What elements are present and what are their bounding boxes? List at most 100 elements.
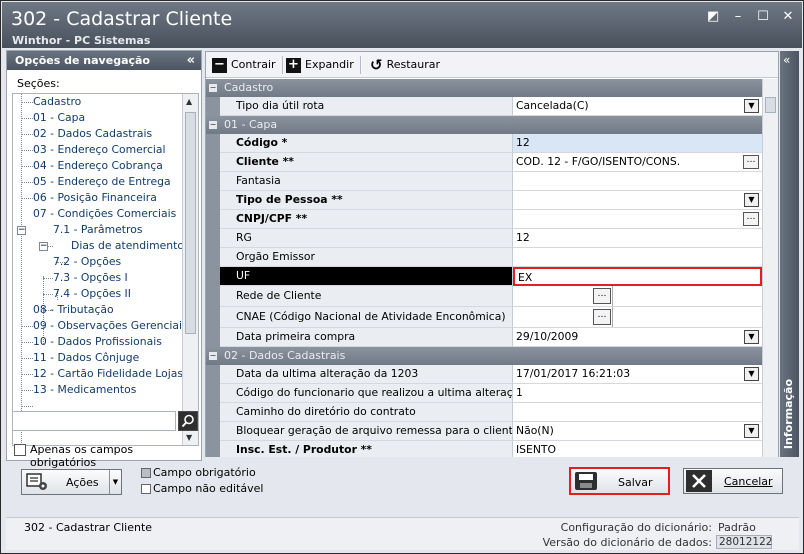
grid-row[interactable]: Data da ultima alteração da 1203 17/01/2… [206,365,762,384]
tree-item-capa[interactable]: 01 - Capa [33,110,85,126]
row-label: Fantasia [220,172,513,191]
tree-item-medicamentos[interactable]: 13 - Medicamentos [33,382,136,398]
scroll-down-icon[interactable]: ▼ [186,433,192,442]
tree-item-observacoes-gerenciais[interactable]: 09 - Observações Gerenciais [33,318,183,334]
tree-item-opcoes-i[interactable]: 7.3 - Opções I [53,270,128,286]
collapse-category-icon[interactable]: − [209,121,217,129]
tree-item-endereco-comercial[interactable]: 03 - Endereço Comercial [33,142,166,158]
row-value-text: COD. 12 - F/GO/ISENTO/CONS. [516,155,681,168]
actions-dropdown-icon[interactable]: ▼ [109,470,121,494]
dropdown-arrow-icon[interactable]: ▼ [744,367,759,381]
grid-row[interactable]: CNAE (Código Nacional de Atividade Encon… [206,307,762,328]
tree-item-endereco-entrega[interactable]: 05 - Endereço de Entrega [33,174,171,190]
row-value[interactable] [513,172,762,191]
info-side-panel[interactable]: « Informação [780,51,799,457]
plus-icon: + [286,57,301,73]
tree-item-cadastro[interactable]: Cadastro [33,94,81,110]
minimize-icon[interactable]: – [732,10,744,23]
tree-item-parametros[interactable]: 7.1 - Parâmetros [53,222,142,238]
row-value[interactable]: Não(N) ▼ [513,422,762,441]
row-value[interactable]: Cancelada(C) ▼ [513,97,762,116]
nav-search-input[interactable] [12,411,176,431]
category-dados-cadastrais[interactable]: − 02 - Dados Cadastrais [206,347,762,366]
tree-item-posicao-financeira[interactable]: 06 - Posição Financeira [33,190,157,206]
grid-row[interactable]: Fantasia [206,172,762,191]
collapse-node-icon[interactable]: − [17,226,26,235]
maximize-icon[interactable]: ☐ [757,10,769,23]
grid-row[interactable]: Bloquear geração de arquivo remessa para… [206,422,762,441]
row-value[interactable]: ▼ [513,191,762,210]
save-button[interactable]: Salvar [569,467,670,495]
row-value[interactable]: COD. 12 - F/GO/ISENTO/CONS. … [513,153,762,172]
expand-info-icon[interactable]: « [783,53,790,67]
restore-icon[interactable]: ◩ [707,10,719,23]
grid-row[interactable]: Caminho do diretório do contrato [206,403,762,422]
search-button[interactable] [178,411,198,431]
row-value[interactable]: 17/01/2017 16:21:03 ▼ [513,365,762,384]
grid-row[interactable]: CNPJ/CPF ** … [206,210,762,229]
save-label: Salvar [618,476,653,489]
collapse-category-icon[interactable]: − [209,352,217,360]
grid-row[interactable]: RG 12 [206,229,762,248]
collapse-category-icon[interactable]: − [209,84,217,92]
row-value[interactable]: 1 [513,384,762,403]
dropdown-arrow-icon[interactable]: ▼ [744,99,759,113]
actions-button[interactable]: Ações ▼ [21,469,122,495]
scroll-up-icon[interactable]: ▲ [186,97,192,106]
dropdown-arrow-icon[interactable]: ▼ [744,193,759,207]
tree-item-dados-conjuge[interactable]: 11 - Dados Cônjuge [33,350,139,366]
collapse-button[interactable]: − Contrair [212,57,276,73]
tree-item-opcoes[interactable]: 7.2 - Opções [53,254,121,270]
expand-button[interactable]: + Expandir [286,57,354,73]
tree-item-tributacao[interactable]: 08 - Tributação [33,302,114,318]
grid-row[interactable]: Orgão Emissor [206,248,762,267]
grid-row[interactable]: Tipo dia útil rota Cancelada(C) ▼ [206,97,762,116]
row-value[interactable] [513,248,762,267]
close-icon[interactable]: ✕ [782,10,794,23]
grid-row-selected[interactable]: UF EX [206,267,762,286]
cancel-button[interactable]: Cancelar [683,468,783,494]
category-cadastro[interactable]: − Cadastro [206,79,762,98]
category-capa[interactable]: − 01 - Capa [206,116,762,135]
tree-item-cartao-fidelidade[interactable]: 12 - Cartão Fidelidade Lojas [33,366,183,382]
row-value[interactable]: 12 [513,134,762,153]
restore-button[interactable]: ↺ Restaurar [370,57,440,73]
row-value[interactable]: … [513,210,762,229]
ellipsis-button[interactable]: … [593,288,611,304]
tree-scrollbar[interactable]: ▲ ▼ [182,94,198,445]
grid-row[interactable]: Código * 12 [206,134,762,153]
uf-input[interactable]: EX [513,267,762,286]
row-value[interactable] [513,403,762,422]
grid-row[interactable]: Tipo de Pessoa ** ▼ [206,191,762,210]
cancel-x-icon [686,470,712,492]
row-value[interactable]: 29/10/2009 ▼ [513,328,762,347]
dropdown-arrow-icon[interactable]: ▼ [744,424,759,438]
tree-item-dados-cadastrais[interactable]: 02 - Dados Cadastrais [33,126,152,142]
grid-row[interactable]: Cliente ** COD. 12 - F/GO/ISENTO/CONS.… [206,153,762,172]
tree-item-dados-profissionais[interactable]: 10 - Dados Profissionais [33,334,162,350]
row-value[interactable]: ISENTO [513,441,762,457]
tree-item-opcoes-ii[interactable]: 7.4 - Opções II [53,286,131,302]
minus-icon: − [212,57,227,73]
grid-row[interactable]: Insc. Est. / Produtor ** ISENTO [206,441,762,457]
ellipsis-button[interactable]: … [743,155,759,169]
tree-item-condicoes-comerciais[interactable]: 07 - Condições Comerciais [33,206,176,222]
row-value[interactable]: 12 [513,229,762,248]
dropdown-arrow-icon[interactable]: ▼ [744,330,759,344]
ellipsis-button[interactable]: … [593,309,611,325]
tree-item-endereco-cobranca[interactable]: 04 - Endereço Cobrança [33,158,163,174]
only-required-checkbox[interactable] [14,444,26,456]
collapse-node-icon[interactable]: − [39,242,48,251]
ellipsis-button[interactable]: … [743,212,759,226]
row-value[interactable]: … [513,307,762,328]
grid-row[interactable]: Data primeira compra 29/10/2009 ▼ [206,328,762,347]
grid-row[interactable]: Código do funcionario que realizou a ult… [206,384,762,403]
grid-scrollbar[interactable] [762,79,778,457]
tree-scroll-thumb[interactable] [185,112,196,334]
grid-scroll-thumb[interactable] [765,97,776,113]
collapse-nav-icon[interactable]: « [187,51,195,70]
tree-item-dias-atendimento[interactable]: Dias de atendimento [71,238,183,254]
row-value[interactable]: … [513,286,762,307]
grid-row[interactable]: Rede de Cliente … [206,286,762,307]
sections-tree[interactable]: − − Cadastro 01 - Capa 02 - Dados Cadast… [12,93,199,446]
